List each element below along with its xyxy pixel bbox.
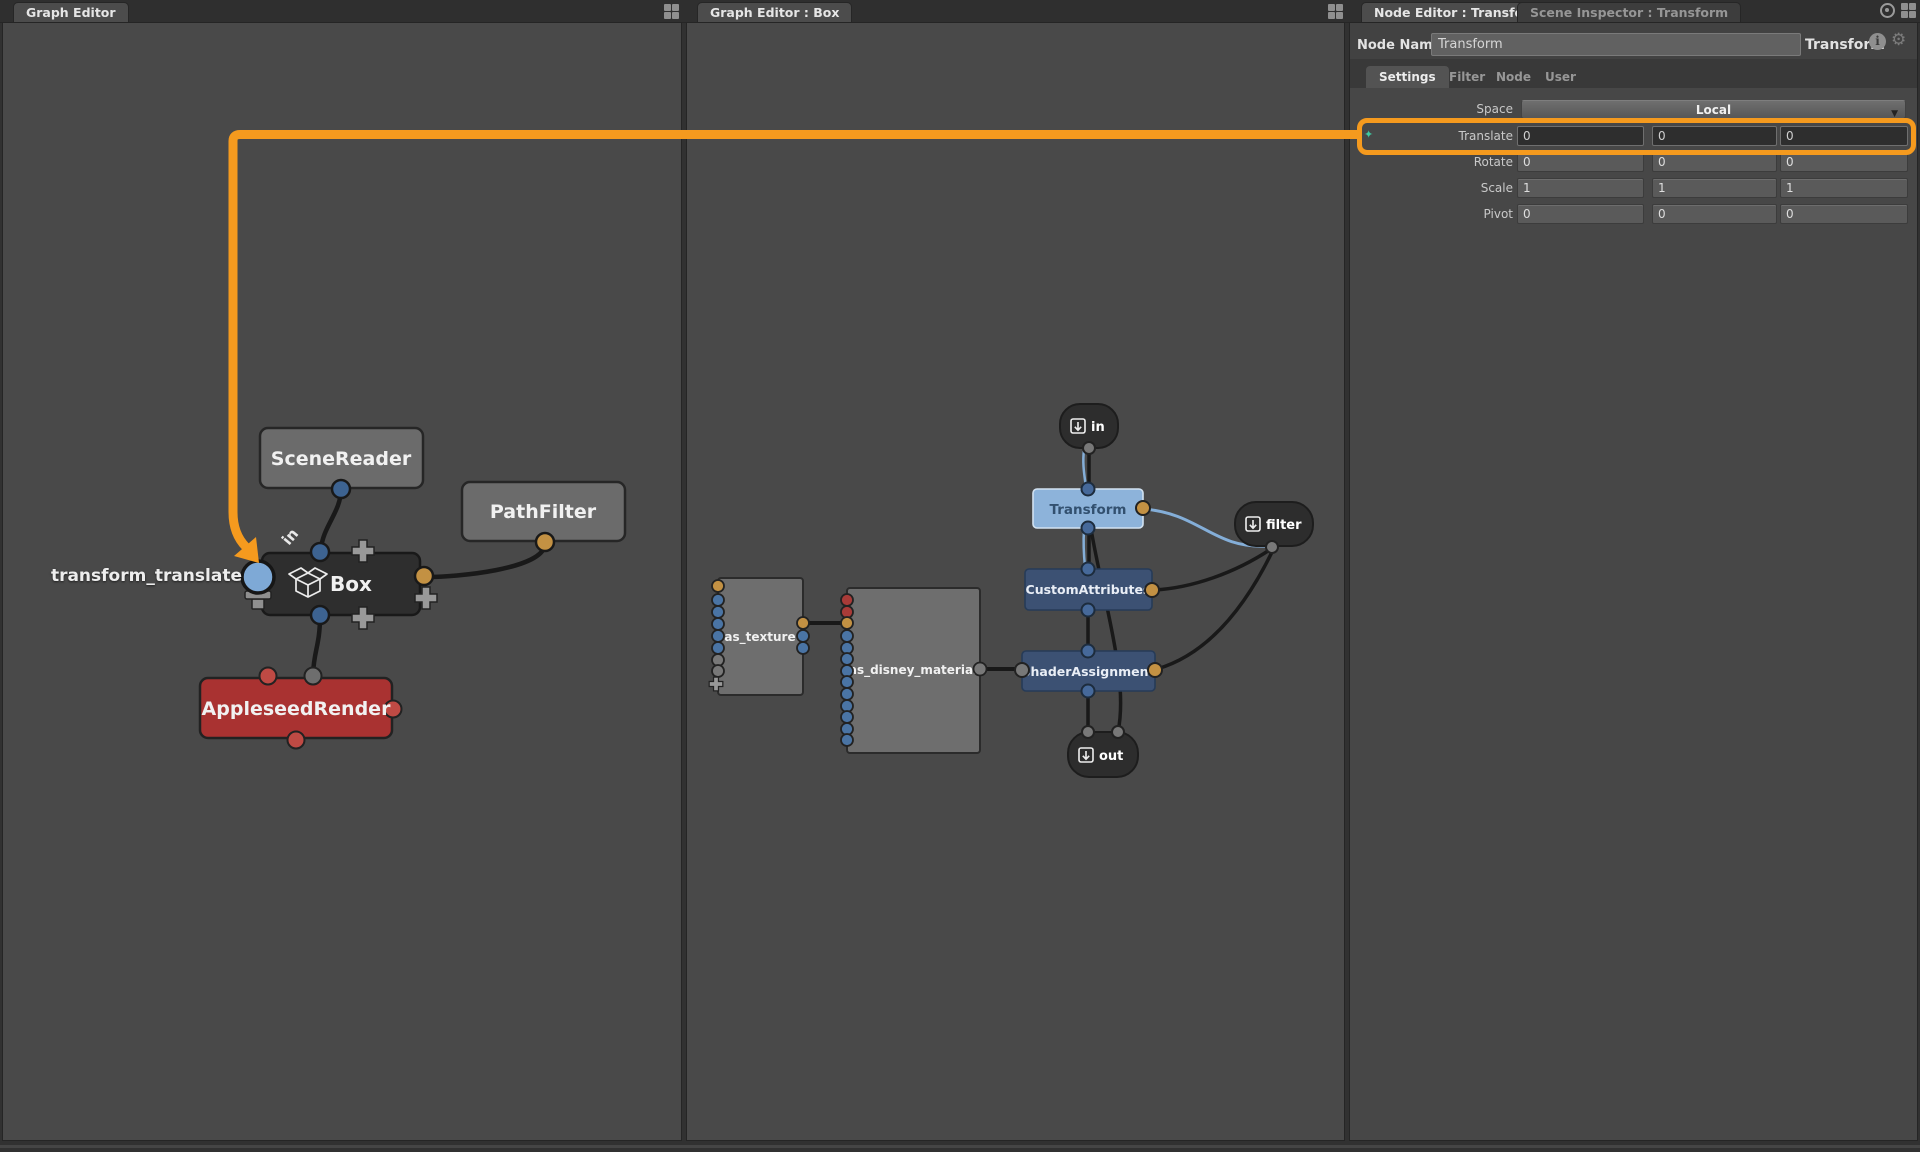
- node-as-disney-material-label: as_disney_material: [849, 663, 977, 678]
- tab-graph-editor-box[interactable]: Graph Editor : Box: [697, 2, 852, 22]
- node-in-label: in: [1091, 420, 1105, 435]
- tab-scene-inspector[interactable]: Scene Inspector : Transform: [1517, 2, 1741, 22]
- annotation-transform-translate-label: transform_translate: [30, 566, 242, 586]
- node-name-label: Node Name: [1357, 36, 1441, 55]
- subtab-user[interactable]: User: [1532, 66, 1589, 88]
- node-path-filter[interactable]: PathFilter: [462, 482, 625, 551]
- node-appleseed-render[interactable]: AppleseedRender: [200, 668, 402, 749]
- node-box[interactable]: in Box: [242, 525, 437, 629]
- port-transform-translate[interactable]: [242, 561, 274, 593]
- rotate-y-field[interactable]: 0: [1652, 152, 1777, 172]
- node-shader-assignment-label: ShaderAssignment: [1022, 664, 1155, 679]
- scale-z-field[interactable]: 1: [1780, 178, 1908, 198]
- port-out[interactable]: [288, 732, 305, 749]
- tab-scene-inspector-label: Scene Inspector : Transform: [1530, 5, 1728, 20]
- settings-tab-content: [1350, 88, 1917, 1140]
- node-scene-reader-label: SceneReader: [271, 448, 412, 470]
- layout-grid-icon[interactable]: [664, 4, 679, 19]
- node-as-texture[interactable]: as_texture: [709, 578, 809, 695]
- node-as-disney-material[interactable]: as_disney_material: [841, 588, 987, 753]
- edge-through-out[interactable]: [1091, 529, 1121, 732]
- port-in[interactable]: [260, 668, 277, 685]
- pivot-y-field[interactable]: 0: [1652, 204, 1777, 224]
- subtab-filter-label: Filter: [1449, 70, 1485, 84]
- port-out[interactable]: [1082, 522, 1095, 535]
- space-value: Local: [1696, 103, 1731, 117]
- port-shader[interactable]: [1015, 663, 1029, 677]
- port-in-2[interactable]: [1112, 726, 1124, 738]
- port-filter[interactable]: [1148, 663, 1162, 677]
- port-filter[interactable]: [1136, 501, 1150, 515]
- port-in[interactable]: [1082, 563, 1095, 576]
- port-in-1[interactable]: [1082, 726, 1094, 738]
- scale-x-field[interactable]: 1: [1517, 178, 1644, 198]
- node-as-texture-label: as_texture: [724, 630, 795, 645]
- node-in[interactable]: in: [1060, 404, 1118, 454]
- subtab-settings-label: Settings: [1379, 70, 1436, 84]
- port-in[interactable]: [311, 543, 329, 561]
- node-custom-attributes[interactable]: CustomAttributes: [1025, 563, 1159, 617]
- window-bottom-bar: [0, 1145, 1920, 1148]
- port-in[interactable]: [1082, 645, 1095, 658]
- node-scene-reader[interactable]: SceneReader: [260, 428, 423, 498]
- node-filter-label: filter: [1266, 518, 1302, 533]
- tab-graph-editor-box-label: Graph Editor : Box: [710, 5, 839, 20]
- translate-highlight-box: [1357, 118, 1916, 155]
- graph-editor-box-canvas[interactable]: as_texture as_disney_material: [686, 22, 1345, 1141]
- tab-graph-editor-label: Graph Editor: [26, 5, 116, 20]
- node-transform-label: Transform: [1049, 502, 1126, 518]
- pin-target-icon[interactable]: [1880, 3, 1895, 18]
- node-name-input[interactable]: Transform: [1431, 33, 1801, 56]
- rotate-label: Rotate: [1357, 153, 1513, 172]
- space-dropdown[interactable]: Local ▼: [1521, 100, 1906, 119]
- rotate-z-field[interactable]: 0: [1780, 152, 1908, 172]
- pivot-z-field[interactable]: 0: [1780, 204, 1908, 224]
- layout-grid-icon[interactable]: [1328, 4, 1343, 19]
- scale-label: Scale: [1357, 179, 1513, 198]
- port-filter[interactable]: [1145, 583, 1159, 597]
- rotate-x-field[interactable]: 0: [1517, 152, 1644, 172]
- subtab-node-label: Node: [1496, 70, 1531, 84]
- port-out[interactable]: [1266, 541, 1278, 553]
- layout-grid-icon[interactable]: [1901, 3, 1916, 18]
- edge-transform-ca-highlight: [1084, 530, 1085, 567]
- node-path-filter-label: PathFilter: [490, 501, 597, 523]
- pivot-x-field[interactable]: 0: [1517, 204, 1644, 224]
- info-icon[interactable]: i: [1869, 33, 1886, 50]
- node-shader-assignment[interactable]: ShaderAssignment: [1015, 645, 1162, 698]
- port-out[interactable]: [1082, 604, 1095, 617]
- node-custom-attributes-label: CustomAttributes: [1026, 582, 1151, 597]
- port-out[interactable]: [415, 567, 433, 585]
- scale-y-field[interactable]: 1: [1652, 178, 1777, 198]
- box-in-port-label: in: [278, 525, 302, 549]
- port-out[interactable]: [1082, 685, 1095, 698]
- tab-graph-editor[interactable]: Graph Editor: [13, 2, 129, 22]
- pivot-label: Pivot: [1357, 205, 1513, 224]
- port-in[interactable]: [1082, 483, 1095, 496]
- space-label: Space: [1357, 100, 1513, 119]
- port-out-bottom[interactable]: [311, 606, 329, 624]
- node-appleseed-render-label: AppleseedRender: [202, 698, 392, 720]
- gear-icon[interactable]: ⚙: [1891, 32, 1906, 49]
- port-out[interactable]: [1083, 442, 1095, 454]
- node-transform[interactable]: Transform: [1033, 483, 1150, 535]
- port-in-scene[interactable]: [305, 668, 322, 685]
- subtab-user-label: User: [1545, 70, 1576, 84]
- node-box-label: Box: [330, 572, 372, 596]
- node-out-label: out: [1099, 749, 1123, 764]
- port-out[interactable]: [332, 480, 350, 498]
- node-out[interactable]: out: [1068, 726, 1138, 777]
- edge-pathfilter-box[interactable]: [429, 543, 545, 577]
- port-out[interactable]: [536, 533, 554, 551]
- edge-filter-shaderassignment[interactable]: [1157, 550, 1273, 669]
- plug-handle-stem[interactable]: [252, 599, 264, 609]
